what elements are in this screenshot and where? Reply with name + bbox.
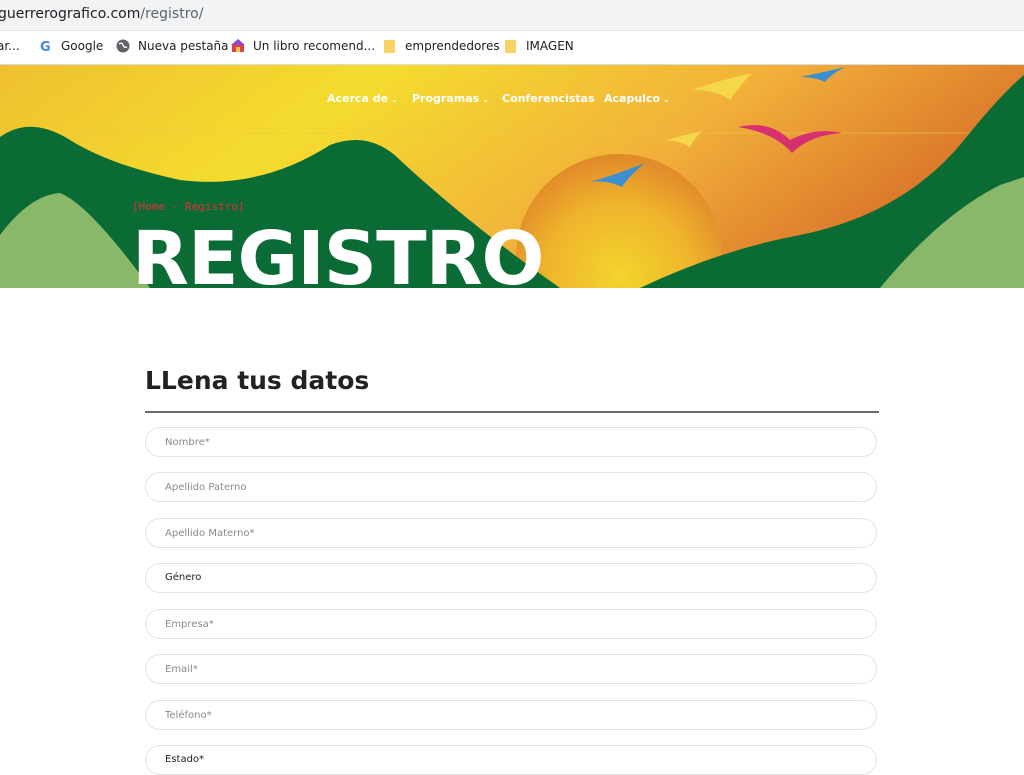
google-icon: G bbox=[40, 40, 51, 53]
url-path: /registro/ bbox=[140, 6, 204, 22]
bookmark-label: Google bbox=[61, 39, 104, 53]
email-input[interactable] bbox=[146, 655, 845, 683]
genero-select[interactable]: Género bbox=[145, 563, 877, 593]
field-empresa[interactable] bbox=[145, 609, 877, 639]
page-title: REGISTRO bbox=[132, 216, 544, 288]
bookmark-nueva-pestana[interactable]: Nueva pestaña bbox=[116, 39, 229, 53]
bookmark-label: emprendedores bbox=[405, 39, 500, 53]
url-text[interactable]: guerrerografico.com/registro/ bbox=[0, 6, 203, 22]
folder-icon bbox=[505, 40, 516, 53]
bookmark-label: IMAGEN bbox=[526, 39, 574, 53]
form-title: LLena tus datos bbox=[145, 366, 370, 395]
telefono-input[interactable] bbox=[146, 701, 845, 729]
field-nombre[interactable] bbox=[145, 427, 877, 457]
hero-title-clip: REGISTRO bbox=[0, 65, 1024, 288]
bookmark-label: ar... bbox=[0, 39, 20, 53]
field-apellido-paterno[interactable] bbox=[145, 472, 877, 502]
bookmark-emprendedores[interactable]: emprendedores bbox=[383, 39, 500, 53]
bookmark-google[interactable]: G Google bbox=[39, 39, 103, 53]
estado-select[interactable]: Estado* bbox=[145, 745, 877, 775]
browser-url-bar[interactable]: guerrerografico.com/registro/ bbox=[0, 0, 1024, 31]
nombre-input[interactable] bbox=[146, 428, 845, 456]
field-apellido-materno[interactable] bbox=[145, 518, 877, 548]
bookmarks-bar: ar... G Google Nueva pestaña Un libro re… bbox=[0, 31, 1024, 65]
bookmark-label: Nueva pestaña bbox=[138, 39, 229, 53]
field-email[interactable] bbox=[145, 654, 877, 684]
svg-text:G: G bbox=[40, 40, 51, 53]
bookmark-imagen[interactable]: IMAGEN bbox=[504, 39, 574, 53]
folder-icon bbox=[384, 40, 395, 53]
field-telefono[interactable] bbox=[145, 700, 877, 730]
apellido-paterno-input[interactable] bbox=[146, 473, 845, 501]
empresa-input[interactable] bbox=[146, 610, 845, 638]
divider bbox=[145, 411, 879, 413]
url-domain: guerrerografico.com bbox=[0, 6, 141, 22]
bookmark-label: Un libro recomend... bbox=[253, 39, 376, 53]
apellido-materno-input[interactable] bbox=[146, 519, 845, 547]
estado-selected: Estado* bbox=[165, 754, 205, 765]
genero-selected: Género bbox=[165, 572, 202, 583]
site-icon bbox=[231, 39, 245, 52]
bookmark-item[interactable]: ar... bbox=[0, 39, 20, 53]
globe-icon bbox=[116, 39, 130, 53]
bookmark-libro[interactable]: Un libro recomend... bbox=[231, 39, 375, 53]
